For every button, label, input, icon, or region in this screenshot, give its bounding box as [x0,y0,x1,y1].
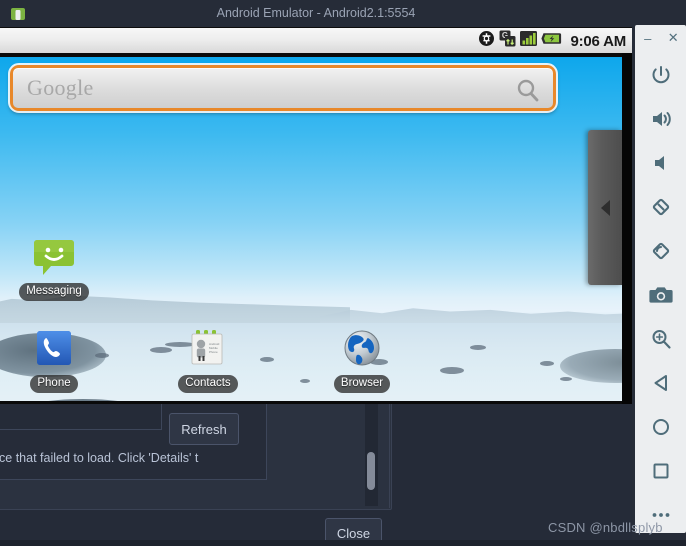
back-button[interactable] [635,361,686,405]
power-button[interactable] [635,53,686,97]
dialog-scrollbar-thumb[interactable] [367,452,375,490]
refresh-button[interactable]: Refresh [169,413,239,445]
wallpaper-rock [95,353,109,358]
wallpaper-rock [470,345,486,350]
wallpaper-rock [260,357,274,362]
watermark: CSDN @nbdllsplyb [548,520,663,535]
screenshot-button[interactable] [635,273,686,317]
circle-icon [650,416,672,438]
google-search-widget[interactable]: Google [8,63,558,113]
app-icon-phone[interactable]: Phone [11,327,97,393]
square-icon [650,460,672,482]
app-label: Browser [333,375,391,393]
data-sync-g-icon: G [499,30,516,52]
app-label: Messaging [19,283,89,301]
minimize-icon[interactable]: – [640,30,656,46]
wallpaper-rock [300,379,310,383]
emulator-title: Android Emulator - Android2.1:5554 [216,6,416,20]
camera-icon [648,284,673,306]
rotate-left-icon [649,195,673,219]
browser-globe-icon [339,327,385,373]
rotate-right-icon [649,239,673,263]
app-icon-browser[interactable]: Browser [319,327,405,393]
phone-handset-icon [31,327,77,373]
app-icon-contacts[interactable]: Android Mobile Phone Contacts [165,327,251,393]
emulator-title-bar[interactable]: Android Emulator - Android2.1:5554 [0,0,632,27]
zoom-button[interactable] [635,317,686,361]
wallpaper-rock [540,361,554,366]
magnifier-icon[interactable] [511,74,545,108]
wallpaper-rock [560,377,572,381]
screenshot-root: Refresh vice that failed to load. Click … [0,0,686,546]
sidebar-panel: – ✕ [635,25,686,533]
android-emulator-window: Android Emulator - Android2.1:5554 G 9:0… [0,0,632,404]
signal-bars-icon [520,30,538,52]
rotate-left-button[interactable] [635,185,686,229]
volume-up-icon [650,108,672,130]
app-label: Contacts [178,375,238,393]
svg-text:Phone: Phone [209,350,218,354]
home-button[interactable] [635,405,686,449]
contacts-card-icon: Android Mobile Phone [185,327,231,373]
triangle-left-icon [650,372,672,394]
magnifier-plus-icon [650,328,672,350]
close-icon[interactable]: ✕ [665,30,681,46]
gps-icon [478,30,495,52]
sidebar-window-buttons: – ✕ [635,25,686,51]
status-bar-time: 9:06 AM [570,32,626,50]
rotate-right-button[interactable] [635,229,686,273]
wallpaper-rock [440,367,464,374]
wallpaper-mountain-right [320,308,622,325]
app-label: Phone [30,375,78,393]
chevron-left-icon [600,199,610,216]
volume-down-button[interactable] [635,141,686,185]
emulator-tool-sidebar: – ✕ [632,0,686,546]
dialog-divider [389,392,390,508]
screen-right-bezel [622,53,632,404]
overview-button[interactable] [635,449,686,493]
volume-down-icon [650,152,672,174]
android-status-bar: G 9:06 AM [0,27,632,54]
screen-drag-handle[interactable] [588,130,622,285]
bottom-strip [0,540,686,546]
app-icon-messaging[interactable]: Messaging [11,235,97,301]
android-screen[interactable]: Google Messaging Phone Android Mobile Ph… [0,53,632,404]
battery-charging-icon [541,31,563,51]
search-input-placeholder[interactable]: Google [27,75,94,101]
power-icon [650,64,672,86]
status-bar-icons: G 9:06 AM [478,28,626,54]
home-screen-wallpaper: Google Messaging Phone Android Mobile Ph… [0,57,622,401]
volume-up-button[interactable] [635,97,686,141]
dialog-message-text: vice that failed to load. Click 'Details… [0,451,199,465]
ellipsis-icon [650,510,672,520]
messaging-speech-bubble-icon [31,235,77,281]
